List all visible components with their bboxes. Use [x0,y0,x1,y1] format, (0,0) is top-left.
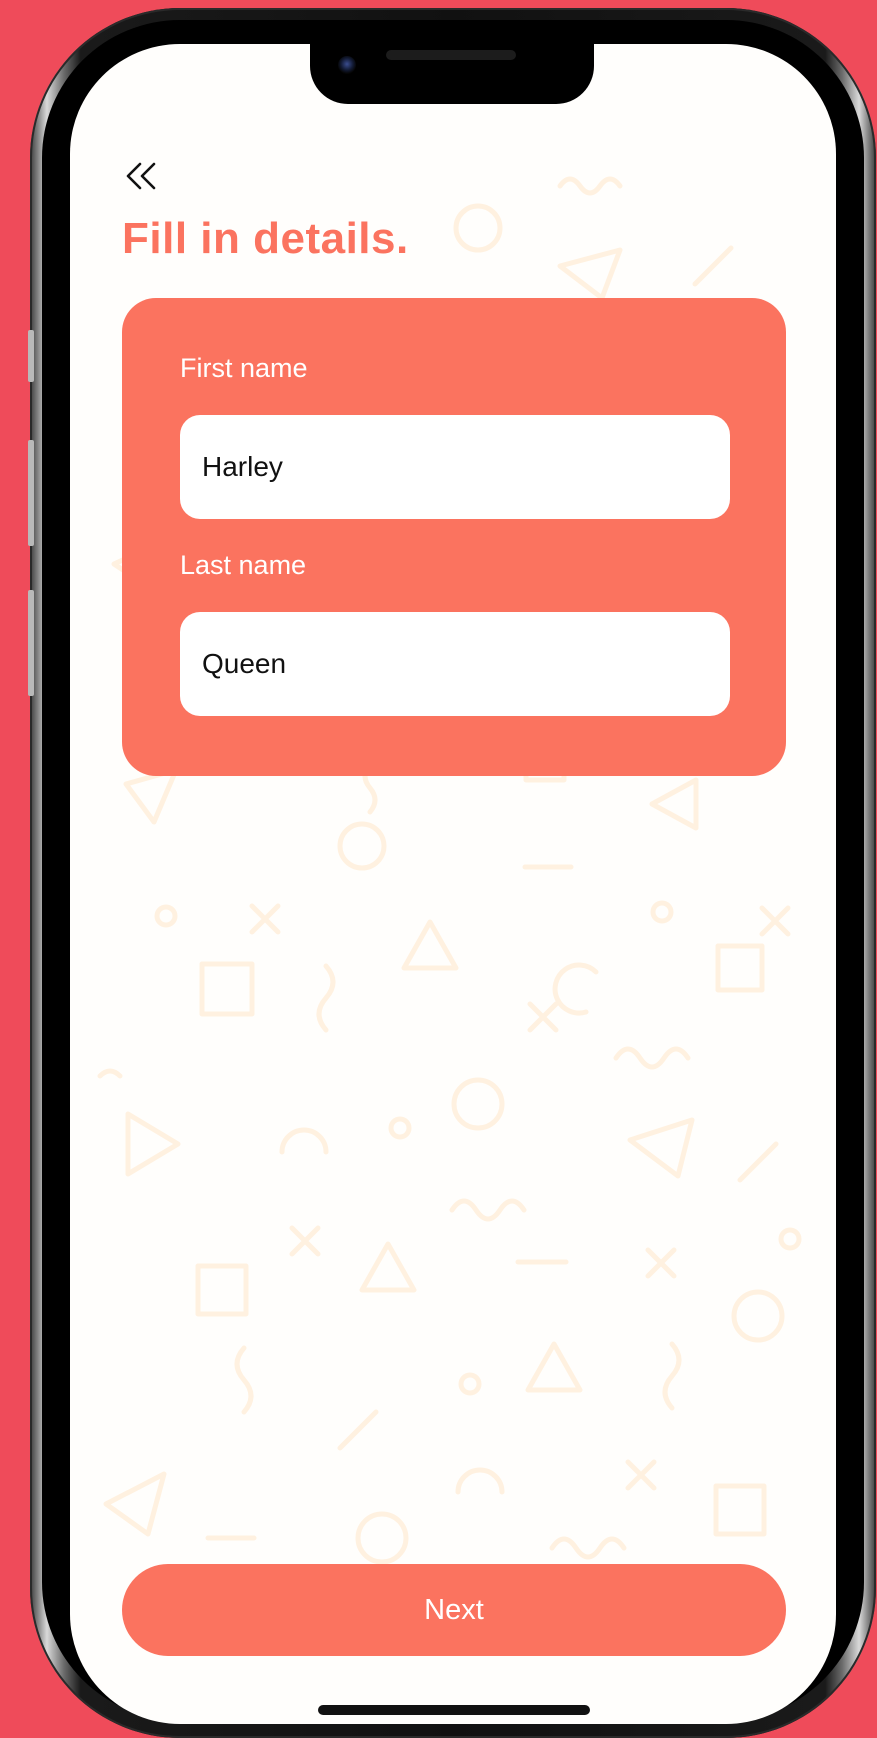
last-name-label: Last name [180,550,307,580]
last-name-input[interactable] [180,612,730,716]
front-camera [338,56,356,74]
background-pattern [97,176,802,1565]
double-chevron-left-icon [126,162,156,190]
app-screen: Fill in details. First name Last name Ne… [70,44,836,1724]
back-button[interactable] [122,156,162,196]
first-name-label: First name [180,353,308,383]
volume-up-button [28,440,34,546]
camera-notch [310,44,594,104]
volume-down-button [28,590,34,696]
silent-switch [28,330,34,382]
page-title: Fill in details. [122,214,409,263]
home-indicator [318,1705,590,1715]
first-name-input[interactable] [180,415,730,519]
next-button[interactable]: Next [122,1564,786,1656]
earpiece-speaker [386,50,516,60]
name-form-card: First name Last name [122,298,786,776]
